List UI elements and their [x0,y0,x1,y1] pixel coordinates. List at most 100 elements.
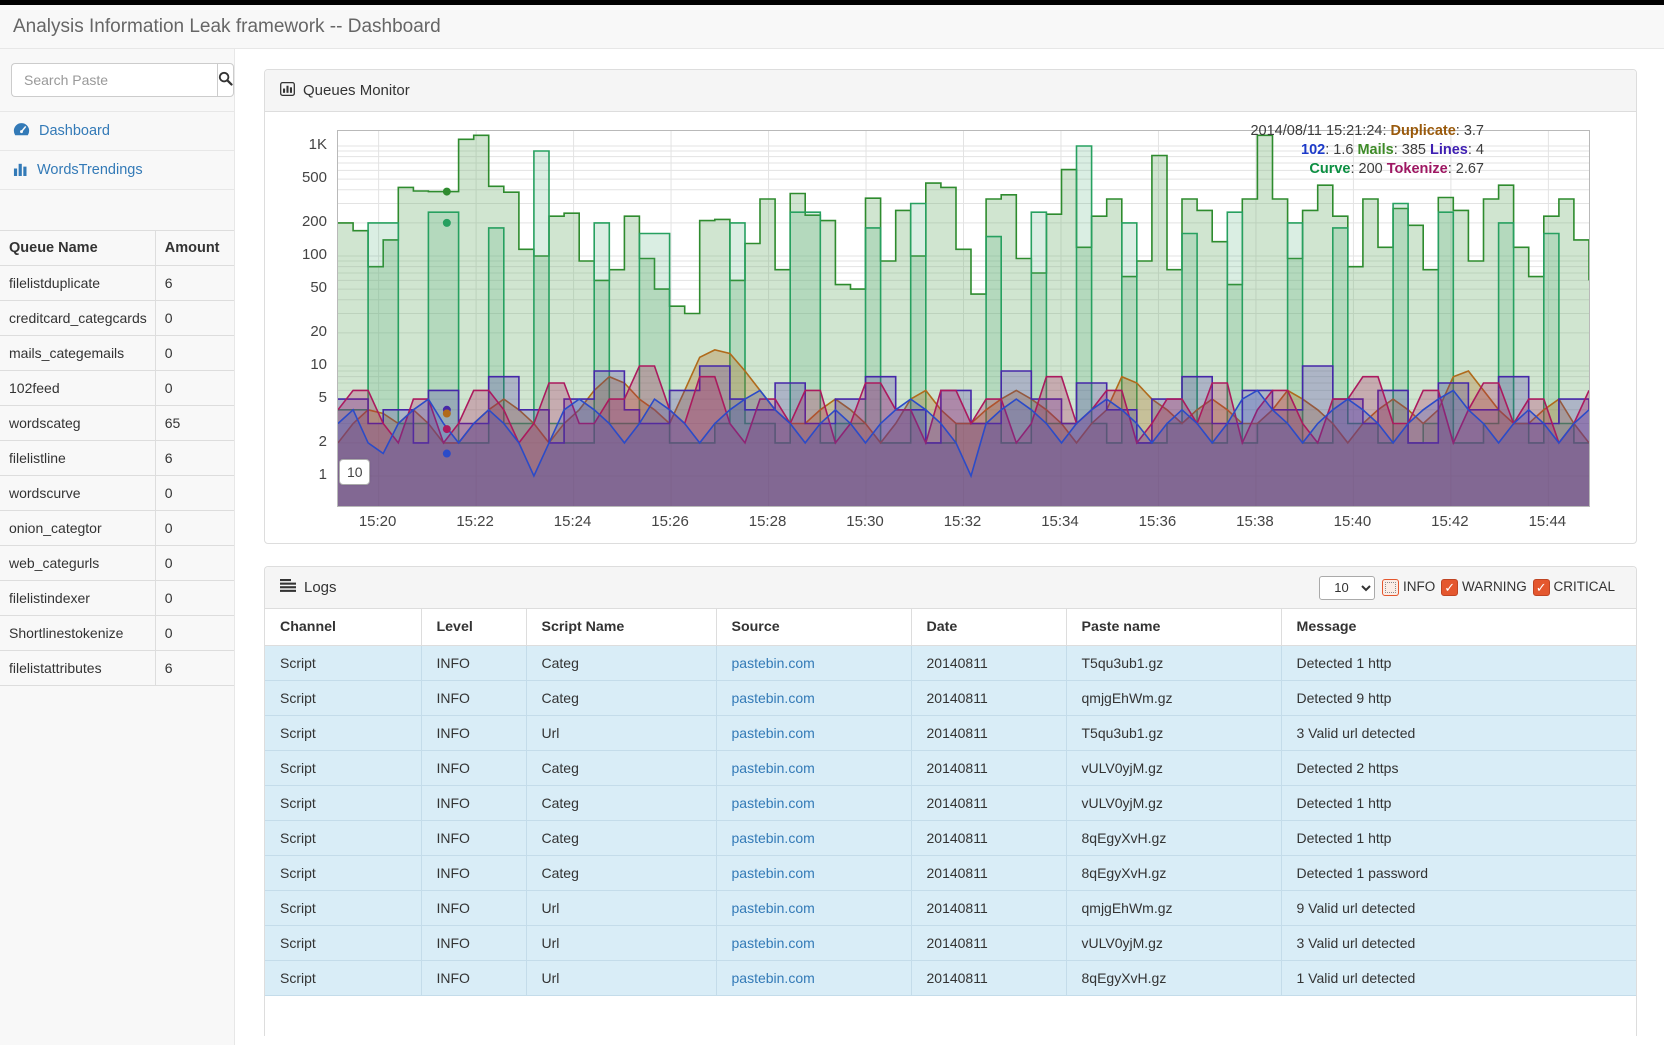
log-cell: Script [265,855,421,890]
source-link[interactable]: pastebin.com [732,690,815,706]
log-cell: 3 Valid url detected [1281,715,1636,750]
log-filters: INFO✓ WARNING✓ CRITICAL [1382,579,1621,596]
queue-cell: wordscateg [0,406,155,441]
log-cell: Url [526,890,716,925]
queue-row: wordscurve0 [0,476,234,511]
legend-line: 102: 1.6 Mails: 385 Lines: 4 [1250,141,1484,160]
queues-chart-plot[interactable]: 2014/08/11 15:21:24: Duplicate: 3.7102: … [337,130,1590,507]
log-cell: Script [265,750,421,785]
log-cell: vULV0yjM.gz [1066,785,1281,820]
log-row: ScriptINFOUrlpastebin.com201408118qEgyXv… [265,960,1636,995]
log-cell: Detected 1 http [1281,820,1636,855]
log-row: ScriptINFOUrlpastebin.com20140811qmjgEhW… [265,890,1636,925]
legend-series-value: : 1.6 [1325,142,1357,158]
log-cell: 20140811 [911,820,1066,855]
log-cell: Detected 1 password [1281,855,1636,890]
log-cell: Categ [526,855,716,890]
source-link[interactable]: pastebin.com [732,795,815,811]
log-cell: 20140811 [911,855,1066,890]
log-cell: Detected 2 https [1281,750,1636,785]
log-row: ScriptINFOUrlpastebin.com20140811T5qu3ub… [265,715,1636,750]
sidebar-item-dashboard[interactable]: Dashboard [0,112,234,151]
queue-table: Queue Name Amount filelistduplicate6cred… [0,230,234,686]
x-tick-label: 15:30 [835,513,895,530]
sidebar-item-wordstrendings[interactable]: WordsTrendings [0,151,234,190]
log-cell: 3 Valid url detected [1281,925,1636,960]
queues-monitor-header: Queues Monitor [265,70,1636,112]
sidebar: Dashboard WordsTrendings Queue Name Amou… [0,49,235,1045]
log-cell: 20140811 [911,750,1066,785]
source-link[interactable]: pastebin.com [732,725,815,741]
queue-row: web_categurls0 [0,546,234,581]
queue-table-header-name: Queue Name [0,231,155,266]
legend-series-value: : 2.67 [1448,161,1484,177]
queues-monitor-panel: Queues Monitor 2014/08/11 15:21:24: Dupl… [264,69,1637,544]
y-tick-label: 5 [269,389,327,406]
log-row: ScriptINFOCategpastebin.com20140811qmjgE… [265,680,1636,715]
legend-line: 2014/08/11 15:21:24: Duplicate: 3.7 [1250,122,1484,141]
log-cell: pastebin.com [716,855,911,890]
queues-chart-area: 2014/08/11 15:21:24: Duplicate: 3.7102: … [265,112,1636,543]
y-tick-label: 1 [269,466,327,483]
x-tick-label: 15:40 [1322,513,1382,530]
log-cell: Script [265,925,421,960]
sidebar-item-label: WordsTrendings [37,162,143,178]
queue-cell: filelistattributes [0,651,155,686]
source-link[interactable]: pastebin.com [732,865,815,881]
filter-checkbox-warning[interactable]: ✓ [1441,579,1458,596]
log-cell: INFO [421,820,526,855]
source-link[interactable]: pastebin.com [732,655,815,671]
queue-cell: web_categurls [0,546,155,581]
queue-row: wordscateg65 [0,406,234,441]
logs-page-size-select[interactable]: 10 [1319,576,1375,600]
queue-cell: 0 [155,616,234,651]
x-tick-label: 15:26 [640,513,700,530]
queue-cell: filelistindexer [0,581,155,616]
source-link[interactable]: pastebin.com [732,830,815,846]
source-link[interactable]: pastebin.com [732,970,815,986]
y-tick-label: 200 [269,213,327,230]
filter-checkbox-critical[interactable]: ✓ [1533,579,1550,596]
logs-table: ChannelLevelScript NameSourceDatePaste n… [265,609,1636,996]
log-cell: 20140811 [911,785,1066,820]
y-tick-label: 20 [269,323,327,340]
log-cell: 20140811 [911,680,1066,715]
search-button[interactable] [217,63,234,97]
log-cell: Url [526,925,716,960]
filter-checkbox-info[interactable] [1382,579,1399,596]
queue-cell: creditcard_categcards [0,301,155,336]
logs-header-level: Level [421,609,526,645]
log-cell: INFO [421,715,526,750]
dashboard-icon [13,122,30,141]
log-cell: Script [265,645,421,680]
source-link[interactable]: pastebin.com [732,935,815,951]
log-cell: vULV0yjM.gz [1066,925,1281,960]
log-cell: 9 Valid url detected [1281,890,1636,925]
logs-header-channel: Channel [265,609,421,645]
log-cell: 20140811 [911,715,1066,750]
log-cell: 8qEgyXvH.gz [1066,855,1281,890]
y-tick-label: 10 [269,356,327,373]
search-icon [218,71,233,89]
log-cell: Categ [526,785,716,820]
search-input[interactable] [11,63,217,97]
legend-series-value: : 200 [1350,161,1386,177]
queues-chart-svg [338,131,1589,506]
queue-table-header-amount: Amount [155,231,234,266]
source-link[interactable]: pastebin.com [732,900,815,916]
x-tick-label: 15:20 [348,513,408,530]
log-cell: 20140811 [911,925,1066,960]
logs-header-paste-name: Paste name [1066,609,1281,645]
log-cell: pastebin.com [716,680,911,715]
queue-table-body: filelistduplicate6creditcard_categcards0… [0,266,234,686]
x-tick-label: 15:34 [1030,513,1090,530]
source-link[interactable]: pastebin.com [732,760,815,776]
log-cell: 1 Valid url detected [1281,960,1636,995]
log-cell: Script [265,960,421,995]
queue-cell: 6 [155,651,234,686]
log-row: ScriptINFOCategpastebin.com20140811vULV0… [265,785,1636,820]
log-cell: Url [526,960,716,995]
log-cell: pastebin.com [716,750,911,785]
x-tick-label: 15:28 [738,513,798,530]
legend-line: Curve: 200 Tokenize: 2.67 [1250,160,1484,179]
